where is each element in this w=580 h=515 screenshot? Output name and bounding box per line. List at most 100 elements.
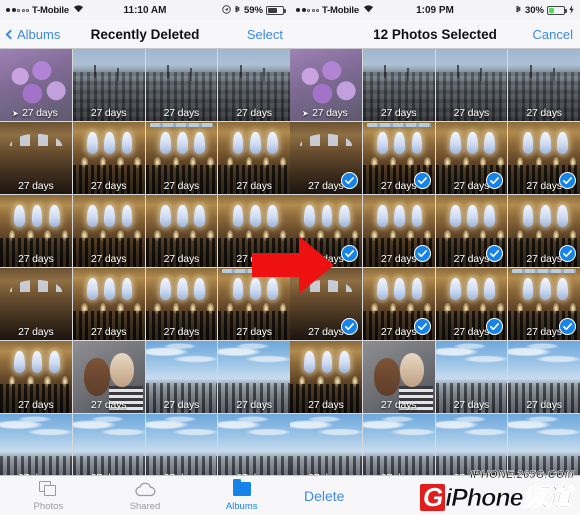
selected-check-icon[interactable]	[559, 172, 576, 189]
photo-cell[interactable]: 27 days	[0, 341, 72, 413]
photo-cell[interactable]: 27 days	[435, 49, 508, 121]
cloud-icon	[134, 480, 157, 499]
days-remaining-label: 27 days	[312, 107, 348, 119]
battery-percent-label-right: 30%	[524, 4, 544, 16]
photo-cell[interactable]: 27 days	[435, 195, 508, 267]
days-remaining-label: 27 days	[526, 399, 562, 411]
tab-bar: Photos Shared Albums	[0, 475, 290, 515]
photo-cell[interactable]: 27 days	[72, 341, 145, 413]
back-button-label: Albums	[17, 26, 61, 42]
status-left-group: T-Mobile	[6, 4, 84, 16]
photo-cell[interactable]: 27 days	[362, 195, 435, 267]
photo-cell[interactable]: 27 days	[362, 122, 435, 194]
photo-cell[interactable]: 27 days	[508, 268, 580, 340]
photo-cell[interactable]: 27 days	[508, 195, 580, 267]
photo-cell[interactable]: ➤ 27 days	[290, 49, 362, 121]
back-to-albums-button[interactable]: Albums	[5, 26, 61, 42]
selected-check-icon[interactable]	[340, 172, 358, 189]
photo-cell[interactable]: 27 days	[0, 268, 72, 340]
photo-cell[interactable]: 27 days	[362, 268, 435, 340]
photo-cell[interactable]: 27 days	[72, 122, 145, 194]
tab-shared-label: Shared	[129, 500, 161, 512]
days-remaining-label: 27 days	[163, 253, 200, 265]
photo-cell[interactable]: 27 days	[362, 49, 435, 121]
battery-icon-right	[547, 5, 567, 15]
days-remaining-label: 27 days	[18, 326, 54, 338]
status-right-group-right: 30%	[515, 4, 574, 16]
photo-cell[interactable]: ➤ 27 days	[0, 49, 72, 121]
video-scrubber-overlay	[149, 123, 214, 127]
photo-cell[interactable]: 27 days	[508, 49, 580, 121]
days-remaining-label: 27 days	[380, 399, 417, 411]
days-remaining-label: 27 days	[526, 107, 562, 119]
red-right-arrow-icon	[252, 236, 334, 294]
photo-cell[interactable]: 27 days	[145, 341, 218, 413]
tab-albums[interactable]: Albums	[193, 479, 290, 512]
photo-cell[interactable]: 27 days	[290, 122, 362, 194]
tab-shared[interactable]: Shared	[97, 480, 194, 512]
selected-check-icon[interactable]	[413, 318, 431, 335]
days-remaining-label: 27 days	[308, 399, 344, 411]
photo-cell[interactable]: 27 days	[72, 195, 145, 267]
photo-cell[interactable]: 27 days	[0, 195, 72, 267]
photo-cell[interactable]: 27 days	[0, 122, 72, 194]
days-remaining-label: 27 days	[18, 253, 54, 265]
video-scrubber-overlay	[366, 123, 431, 127]
days-remaining-label: 27 days	[18, 399, 54, 411]
video-scrubber-overlay	[512, 269, 576, 273]
nav-bar-right: 12 Photos Selected Cancel	[290, 20, 580, 49]
photo-cell[interactable]: 27 days	[435, 122, 508, 194]
selected-check-icon[interactable]	[340, 245, 358, 262]
carrier-label: T-Mobile	[32, 4, 69, 16]
photo-cell[interactable]: 27 days	[145, 49, 218, 121]
signal-dots-icon	[6, 8, 29, 12]
photo-grid-left[interactable]: ➤ 27 days 27 days 27 days 27 days 27 days 27 d…	[0, 49, 290, 515]
days-remaining-label: 27 days	[163, 399, 200, 411]
selected-check-icon[interactable]	[559, 318, 576, 335]
selected-check-icon[interactable]	[413, 172, 431, 189]
photos-icon	[38, 480, 58, 499]
photo-cell[interactable]: 27 days	[362, 341, 435, 413]
selected-check-icon[interactable]	[559, 245, 576, 262]
days-remaining-label: 27 days	[453, 107, 490, 119]
iphone-screen-before: T-Mobile 11:10 AM 59% Albums Recently De…	[0, 0, 290, 515]
tab-albums-label: Albums	[225, 500, 258, 512]
days-remaining-label: 27 days	[163, 107, 200, 119]
selected-check-icon[interactable]	[413, 245, 431, 262]
photo-cell[interactable]: 27 days	[218, 122, 290, 194]
photo-cell[interactable]: 27 days	[508, 122, 580, 194]
nav-bar-left: Albums Recently Deleted Select	[0, 20, 290, 49]
photo-cell[interactable]: 27 days	[72, 268, 145, 340]
photo-cell[interactable]: 27 days	[435, 268, 508, 340]
photo-cell[interactable]: 27 days	[145, 195, 218, 267]
status-right-group: 59%	[222, 4, 286, 16]
photo-cell[interactable]: 27 days	[145, 268, 218, 340]
select-button[interactable]: Select	[247, 27, 283, 42]
photo-cell[interactable]: 27 days	[145, 122, 218, 194]
photo-cell[interactable]: 27 days	[435, 341, 508, 413]
photo-cell[interactable]: 27 days	[218, 341, 290, 413]
chevron-left-icon	[5, 29, 16, 39]
delete-button[interactable]: Delete	[304, 488, 344, 504]
battery-icon	[266, 5, 286, 15]
tab-photos[interactable]: Photos	[0, 480, 97, 512]
wifi-icon-right	[363, 4, 374, 16]
days-remaining-label: 27 days	[163, 180, 200, 192]
photo-cell[interactable]: 27 days	[290, 341, 362, 413]
signal-dots-icon-right	[296, 8, 319, 12]
days-remaining-label: 27 days	[90, 399, 127, 411]
screenshot-stage: T-Mobile 11:10 AM 59% Albums Recently De…	[0, 0, 580, 515]
photo-cell[interactable]: 27 days	[508, 341, 580, 413]
photo-cell[interactable]: 27 days	[218, 49, 290, 121]
days-remaining-label: 27 days	[236, 107, 272, 119]
days-remaining-label: 27 days	[236, 180, 272, 192]
selected-check-icon[interactable]	[340, 318, 358, 335]
battery-percent-label: 59%	[243, 4, 263, 16]
days-remaining-label: 27 days	[236, 399, 272, 411]
days-remaining-label: 27 days	[453, 399, 490, 411]
status-left-group-right: T-Mobile	[296, 4, 374, 16]
cancel-button[interactable]: Cancel	[533, 27, 573, 42]
status-bar-right: T-Mobile 1:09 PM 30%	[290, 0, 580, 20]
photo-cell[interactable]: 27 days	[72, 49, 145, 121]
tab-photos-label: Photos	[33, 500, 64, 512]
